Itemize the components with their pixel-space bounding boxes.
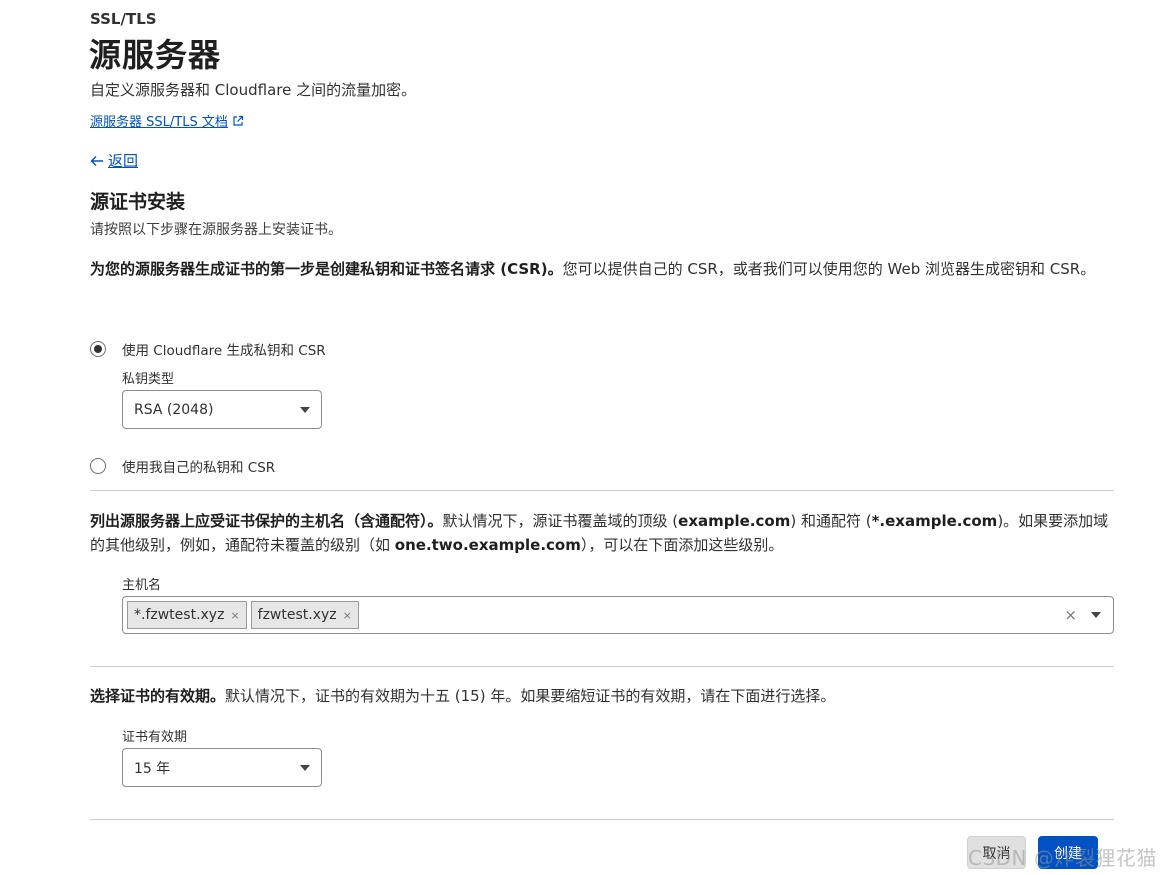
hostname-chip: fzwtest.xyz ×: [250, 601, 359, 629]
section-divider: [90, 490, 1114, 491]
chip-remove-icon[interactable]: ×: [230, 609, 239, 622]
back-label: 返回: [108, 152, 139, 170]
doc-link[interactable]: 源服务器 SSL/TLS 文档: [90, 111, 244, 130]
page-title: 源服务器: [89, 36, 222, 74]
step3-text: 默认情况下，证书的有效期为十五 (15) 年。如果要缩短证书的有效期，请在下面进…: [225, 687, 836, 705]
step2-example: one.two.example.com: [394, 536, 581, 554]
section-divider: [90, 666, 1114, 667]
step3-description: 选择证书的有效期。默认情况下，证书的有效期为十五 (15) 年。如果要缩短证书的…: [90, 684, 1120, 708]
hostname-chip-label: *.fzwtest.xyz: [134, 607, 225, 623]
step2-text: 默认情况下，源证书覆盖域的顶级 (: [442, 512, 679, 530]
section-divider: [90, 819, 1114, 820]
step2-example: *.example.com: [871, 512, 998, 530]
step1-description: 为您的源服务器生成证书的第一步是创建私钥和证书签名请求 (CSR)。您可以提供自…: [90, 257, 1120, 281]
radio-button-checked[interactable]: [90, 341, 106, 357]
step2-description: 列出源服务器上应受证书保护的主机名（含通配符）。默认情况下，源证书覆盖域的顶级 …: [90, 509, 1120, 557]
radio-own-key[interactable]: 使用我自己的私钥和 CSR: [90, 456, 275, 476]
external-link-icon: [233, 115, 243, 126]
radio-cloudflare-generate[interactable]: 使用 Cloudflare 生成私钥和 CSR: [90, 339, 326, 359]
step3-bold: 选择证书的有效期。: [90, 687, 226, 705]
caret-down-icon: [300, 406, 310, 413]
arrow-left-icon: [90, 155, 103, 166]
caret-down-icon: [300, 764, 310, 771]
radio-label: 使用 Cloudflare 生成私钥和 CSR: [122, 343, 326, 359]
hostnames-label: 主机名: [122, 578, 162, 593]
breadcrumb: SSL/TLS: [90, 10, 157, 28]
hostname-chip-label: fzwtest.xyz: [257, 607, 337, 623]
step2-text: ），可以在下面添加这些级别。: [580, 536, 784, 554]
cancel-button[interactable]: 取消: [967, 836, 1026, 869]
step1-bold: 为您的源服务器生成证书的第一步是创建私钥和证书签名请求 (CSR)。: [90, 260, 563, 278]
section-title: 源证书安装: [90, 191, 186, 213]
chip-remove-icon[interactable]: ×: [343, 609, 352, 622]
radio-button-unchecked[interactable]: [90, 458, 106, 474]
validity-select[interactable]: 15 年: [122, 748, 322, 787]
key-type-label: 私钥类型: [122, 372, 175, 387]
step2-example: example.com: [678, 512, 791, 530]
step2-bold: 列出源服务器上应受证书保护的主机名（含通配符）。: [90, 512, 443, 530]
key-type-select[interactable]: RSA (2048): [122, 390, 322, 429]
doc-link-label: 源服务器 SSL/TLS 文档: [90, 115, 228, 130]
section-intro: 请按照以下步骤在源服务器上安装证书。: [90, 222, 342, 238]
clear-all-icon[interactable]: ×: [1064, 606, 1077, 624]
page-subtitle: 自定义源服务器和 Cloudflare 之间的流量加密。: [90, 81, 417, 99]
step2-text: ) 和通配符 (: [790, 512, 872, 530]
create-button[interactable]: 创建: [1038, 836, 1098, 869]
hostnames-multiselect[interactable]: *.fzwtest.xyz × fzwtest.xyz × ×: [122, 596, 1114, 634]
validity-value: 15 年: [134, 760, 171, 777]
hostname-chip: *.fzwtest.xyz ×: [127, 601, 247, 629]
validity-label: 证书有效期: [122, 730, 188, 745]
caret-down-icon[interactable]: [1091, 612, 1101, 618]
step1-text: 您可以提供自己的 CSR，或者我们可以使用您的 Web 浏览器生成密钥和 CSR…: [562, 260, 1096, 278]
back-link[interactable]: 返回: [90, 150, 138, 171]
radio-label: 使用我自己的私钥和 CSR: [122, 460, 276, 476]
key-type-value: RSA (2048): [134, 401, 214, 418]
